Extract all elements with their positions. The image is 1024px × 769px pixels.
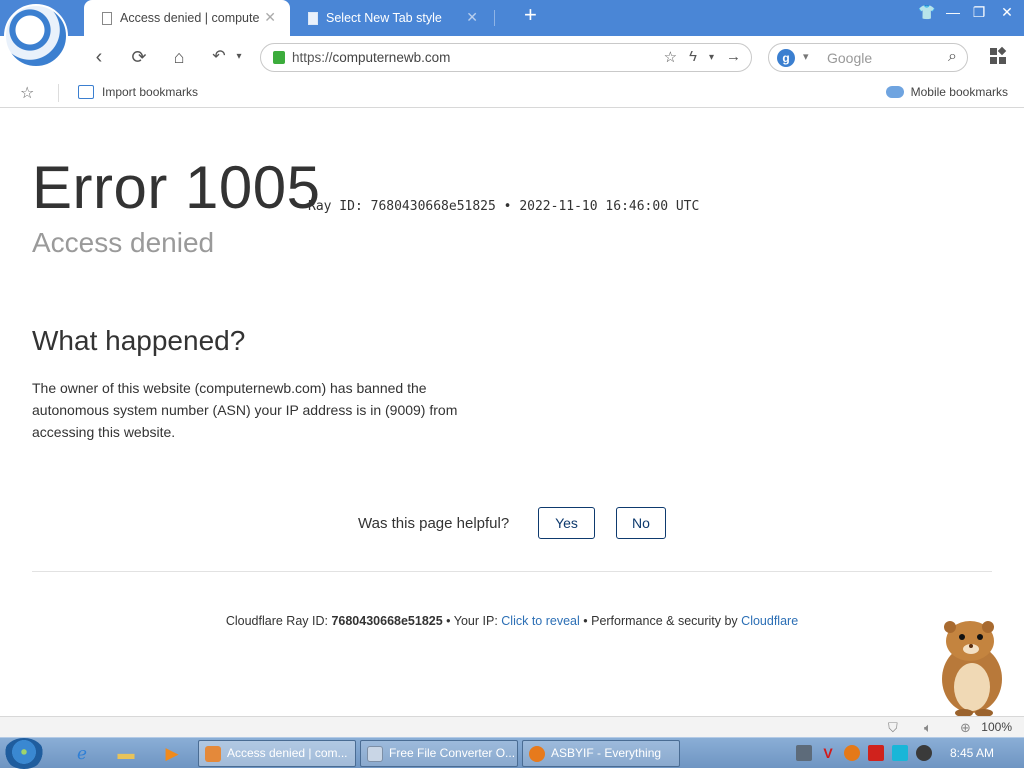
star-icon[interactable]: ☆ [20,83,34,103]
search-box[interactable]: g ▾ Google ⌕ [768,43,968,72]
import-icon [78,85,94,99]
tab-label: Access denied | computernewb.com [120,11,260,25]
tray-v-icon[interactable]: V [820,745,836,761]
taskbar-clock[interactable]: 8:45 AM [950,746,994,760]
media-player-icon[interactable]: ▶ [156,741,188,766]
browser-icon [205,746,221,762]
divider [58,84,59,102]
mobile-bookmarks-button[interactable]: Mobile bookmarks [885,85,1008,99]
skin-icon[interactable]: 👕 [916,4,938,21]
taskbar-item-everything[interactable]: ASBYIF - Everything [522,740,680,767]
tab-select-new-tab-style[interactable]: Select New Tab style ✕ [296,0,492,36]
tray-record-icon[interactable] [916,745,932,761]
cloudflare-link[interactable]: Cloudflare [741,614,798,628]
page-icon [102,11,112,25]
url-scheme: https:// [292,50,333,65]
url-host: computernewb.com [332,50,451,65]
chevron-down-icon[interactable]: ▾ [803,50,809,63]
taskbar: ℯ ▬ ▶ Access denied | com... Free File C… [0,737,1024,769]
hamster-mascot-image [942,621,1002,717]
tray-flag-icon[interactable] [868,745,884,761]
what-happened-heading: What happened? [32,325,246,356]
status-bar: ⛉ 🔈︎ ⊕ 100% [0,716,1024,737]
document-icon [367,746,383,762]
zoom-level[interactable]: 100% [981,720,1012,734]
restore-button[interactable]: ❐ [968,4,990,21]
reload-button[interactable]: ⟳ [126,44,152,70]
task-label: Free File Converter O... [389,746,516,760]
tab-label: Select New Tab style [326,11,442,25]
bookmark-star-icon[interactable]: ☆ [664,48,677,68]
lightning-icon[interactable]: ϟ [689,48,697,68]
close-tab-icon[interactable]: ✕ [264,10,276,24]
error-subtitle: Access denied [32,227,215,258]
tab-access-denied[interactable]: Access denied | computernewb.com ✕ [84,0,290,36]
footer-divider [32,571,992,572]
tray-search-icon[interactable] [844,745,860,761]
page-icon [308,11,318,25]
search-icon[interactable]: ⌕ [948,48,957,66]
tab-bar: Access denied | computernewb.com ✕ Selec… [0,0,1024,36]
tray-monitor-icon[interactable] [892,745,908,761]
internet-explorer-icon[interactable]: ℯ [66,741,98,766]
apps-grid-icon[interactable] [990,46,1007,64]
minimize-button[interactable]: — [942,4,964,20]
bookmarks-bar: ☆ Import bookmarks Mobile bookmarks [0,78,1024,108]
magnifier-icon [529,746,545,762]
helpful-question: Was this page helpful? [358,515,510,532]
import-bookmarks-label: Import bookmarks [102,85,199,99]
navigation-bar: ‹ ⟳ ⌂ ↶ ▾ https://computernewb.com ☆ ϟ ▾… [0,36,1024,78]
page-content: Error 1005 Ray ID: 7680430668e51825 • 20… [0,109,1024,717]
mobile-bookmarks-label: Mobile bookmarks [910,85,1008,99]
yes-button[interactable]: Yes [538,507,595,539]
import-bookmarks-button[interactable]: Import bookmarks [78,85,198,99]
zoom-icon[interactable]: ⊕ [960,720,971,736]
taskbar-item-converter[interactable]: Free File Converter O... [360,740,518,767]
search-input[interactable]: Google [827,50,872,66]
back-button[interactable]: ‹ [86,44,112,70]
close-window-button[interactable]: ✕ [996,4,1018,21]
chevron-down-icon[interactable]: ▾ [226,44,252,70]
no-button[interactable]: No [616,507,666,539]
footer-perf-prefix: • Performance & security by [579,614,742,628]
task-label: Access denied | com... [227,746,348,760]
footer-ray-prefix: Cloudflare Ray ID: [225,614,332,628]
footer-ip-prefix: • Your IP: [442,614,502,628]
shield-icon[interactable]: ⛉ [888,720,898,736]
tab-separator [494,10,495,26]
footer-ray-id: 7680430668e51825 [331,614,443,628]
url-text[interactable]: https://computernewb.com [292,50,450,65]
speaker-icon[interactable]: 🔈︎ [924,720,932,736]
home-button[interactable]: ⌂ [166,44,192,70]
explanation-paragraph: The owner of this website (computernewb.… [32,380,458,440]
task-label: ASBYIF - Everything [551,746,662,760]
new-tab-button[interactable]: + [524,4,537,26]
footer-line: Cloudflare Ray ID: 7680430668e51825 • Yo… [0,614,1024,628]
reveal-ip-link[interactable]: Click to reveal [501,614,580,628]
close-tab-icon[interactable]: ✕ [466,10,478,24]
taskbar-item-browser[interactable]: Access denied | com... [198,740,356,767]
error-title: Error 1005 [32,154,321,221]
chevron-down-icon[interactable]: ▾ [709,48,714,68]
ray-id-line: Ray ID: 7680430668e51825 • 2022-11-10 16… [308,199,700,214]
cloud-icon [885,86,904,98]
lock-icon [273,51,285,64]
go-arrow-icon[interactable]: → [726,48,741,68]
start-button[interactable] [4,738,44,769]
browser-logo-icon[interactable] [4,4,68,68]
tray-network-icon[interactable] [796,745,812,761]
address-bar[interactable]: https://computernewb.com ☆ ϟ ▾ → [260,43,752,72]
search-engine-icon[interactable]: g [777,49,795,67]
folder-icon[interactable]: ▬ [110,741,142,766]
